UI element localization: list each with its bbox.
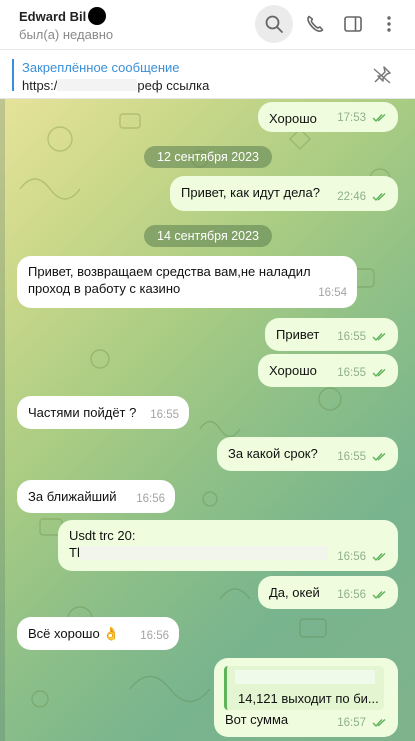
double-check-icon [372, 718, 386, 728]
message-text: Хорошо [269, 111, 317, 126]
double-check-icon [372, 590, 386, 600]
message-text: Да, окей [269, 585, 320, 600]
side-panel-button[interactable] [334, 5, 372, 43]
chat-messages-area[interactable]: Хорошо 17:53 12 сентября 2023 Привет, ка… [0, 99, 415, 741]
date-separator: 14 сентября 2023 [144, 225, 272, 247]
message-incoming[interactable]: Всё хорошо 👌 16:56 [17, 617, 179, 650]
chat-title-text: Edward Bil [19, 9, 87, 24]
more-vertical-icon [387, 16, 391, 32]
message-outgoing[interactable]: Usdt trc 20: Tl 16:56 [58, 520, 398, 571]
message-text: Привет, как идут дела? [181, 185, 320, 200]
message-text-line1: Usdt trc 20: [69, 528, 136, 543]
message-time: 16:56 [140, 630, 169, 642]
message-outgoing-with-reply[interactable]: 14,121 выходит по би... Вот сумма 16:57 [214, 658, 398, 737]
message-text: Вот сумма [225, 712, 289, 727]
message-text-line1: Привет, возвращаем средства вам,не налад… [28, 264, 311, 279]
more-button[interactable] [370, 5, 408, 43]
message-text: Хорошо [269, 363, 317, 378]
redacted-link [57, 79, 138, 91]
double-check-icon [372, 192, 386, 202]
message-outgoing[interactable]: Привет, как идут дела? 22:46 [170, 176, 398, 211]
message-time: 16:56 [337, 587, 388, 604]
reply-quote-text: 14,121 выходит по би... [238, 691, 379, 706]
message-outgoing[interactable]: Хорошо 16:55 [258, 354, 398, 387]
unpin-button[interactable] [372, 65, 394, 88]
message-time: 16:54 [318, 287, 347, 299]
message-incoming[interactable]: Привет, возвращаем средства вам,не налад… [17, 256, 357, 308]
window-edge [0, 99, 5, 741]
double-check-icon [372, 332, 386, 342]
message-text: Привет [276, 327, 320, 342]
message-text: Всё хорошо 👌 [28, 626, 120, 641]
pinned-accent-bar [12, 59, 14, 91]
double-check-icon [372, 368, 386, 378]
sidebar-panel-icon [344, 16, 362, 32]
redacted-wallet-address [80, 546, 328, 560]
message-time: 17:53 [337, 110, 388, 127]
chat-header: Edward Bil был(а) недавно [0, 0, 415, 50]
message-outgoing[interactable]: Да, окей 16:56 [258, 576, 398, 609]
search-button[interactable] [255, 5, 293, 43]
message-outgoing[interactable]: Хорошо 17:53 [258, 102, 398, 132]
search-icon [265, 15, 283, 33]
unpin-icon [373, 66, 391, 84]
phone-icon [307, 15, 324, 33]
pinned-text-prefix: https:/ [22, 78, 58, 93]
date-separator: 12 сентября 2023 [144, 146, 272, 168]
message-text: За ближайший [28, 489, 117, 504]
message-outgoing[interactable]: Привет 16:55 [265, 318, 398, 351]
message-text: За какой срок? [228, 446, 318, 461]
call-button[interactable] [296, 5, 334, 43]
message-incoming[interactable]: Частями пойдёт ? 16:55 [17, 396, 189, 429]
chat-title[interactable]: Edward Bil [19, 7, 107, 25]
message-time: 16:56 [337, 549, 388, 566]
redacted-name-blob [88, 7, 107, 25]
redacted-reply-header [235, 670, 375, 684]
pinned-title: Закреплённое сообщение [22, 60, 180, 75]
pinned-message-bar[interactable]: Закреплённое сообщение https:/ реф ссылка [0, 51, 415, 99]
message-time: 16:55 [337, 329, 388, 346]
message-time: 16:56 [136, 493, 165, 505]
pinned-text-suffix: реф ссылка [137, 78, 210, 93]
message-time: 16:57 [337, 715, 388, 732]
message-text-line2: проход в работу с казино [28, 281, 181, 296]
message-time: 16:55 [337, 449, 388, 466]
double-check-icon [372, 452, 386, 462]
reply-quote[interactable]: 14,121 выходит по би... [224, 666, 384, 710]
message-time: 22:46 [337, 189, 388, 206]
pinned-text: https:/ реф ссылка [22, 78, 209, 93]
message-outgoing[interactable]: За какой срок? 16:55 [217, 437, 398, 471]
message-time: 16:55 [150, 409, 179, 421]
double-check-icon [372, 552, 386, 562]
message-text: Частями пойдёт ? [28, 405, 137, 420]
chat-status: был(а) недавно [19, 27, 114, 42]
message-incoming[interactable]: За ближайший 16:56 [17, 480, 175, 513]
message-time: 16:55 [337, 365, 388, 382]
double-check-icon [372, 113, 386, 123]
